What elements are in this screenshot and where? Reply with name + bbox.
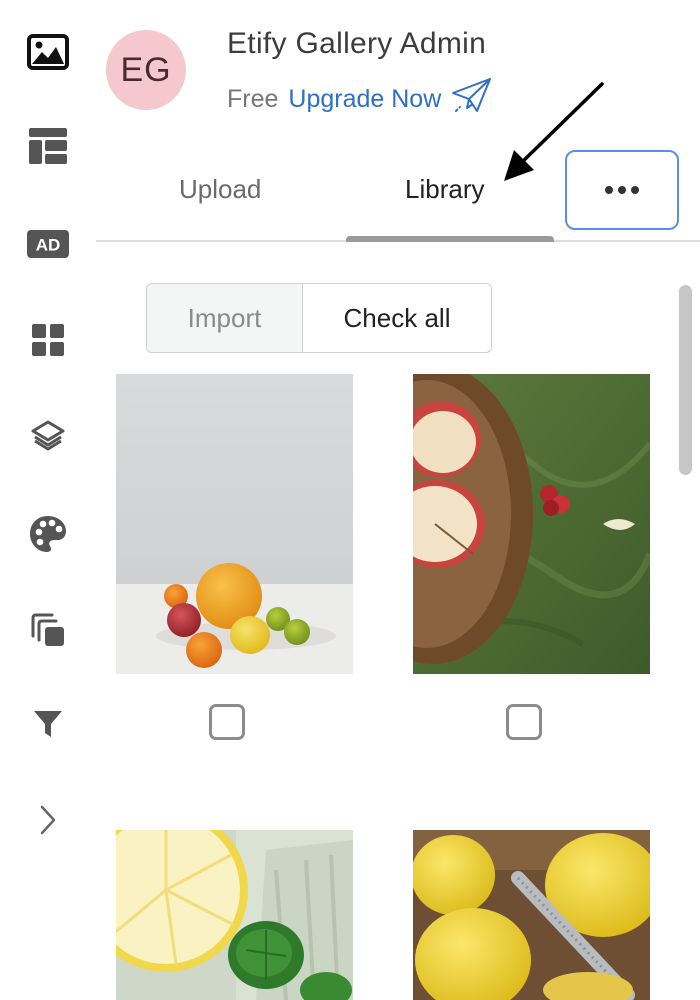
lemons-grater-photo [413, 830, 650, 1000]
lemon-mint-photo [116, 830, 353, 1000]
sidebar-expand-button[interactable] [24, 796, 72, 844]
gallery-image-apples[interactable] [413, 374, 650, 674]
sidebar-item-filter[interactable] [24, 700, 72, 748]
import-button[interactable]: Import [147, 284, 303, 352]
tab-upload[interactable]: Upload [179, 174, 261, 205]
ad-icon: AD [27, 230, 69, 258]
layers-icon [31, 420, 65, 451]
sidebar-item-grid[interactable] [24, 316, 72, 364]
apples-photo [413, 374, 650, 674]
image-icon [27, 34, 69, 70]
copy-icon [31, 613, 64, 646]
avatar-initials: EG [120, 50, 172, 89]
scrollbar-thumb[interactable] [679, 285, 692, 475]
upgrade-link[interactable]: Upgrade Now [288, 85, 441, 114]
sidebar-item-layout[interactable] [24, 122, 72, 170]
tab-library[interactable]: Library [405, 174, 484, 205]
paper-plane-icon[interactable] [451, 76, 493, 123]
chevron-right-icon [40, 805, 56, 835]
image-checkbox[interactable] [506, 704, 542, 740]
plan-status: Free Upgrade Now [227, 76, 493, 123]
gallery-image-lemons-grater[interactable] [413, 830, 650, 1000]
gallery-image-lemon-mint[interactable] [116, 830, 353, 1000]
ad-icon-label: AD [36, 236, 61, 255]
sidebar-item-images[interactable] [24, 28, 72, 76]
sidebar-item-colors[interactable] [24, 510, 72, 558]
sidebar: AD [0, 0, 96, 1000]
filter-icon [34, 711, 62, 737]
sidebar-item-ads[interactable]: AD [24, 220, 72, 268]
sidebar-item-duplicate[interactable] [24, 606, 72, 654]
citrus-photo [116, 374, 353, 674]
sidebar-item-layers[interactable] [24, 412, 72, 460]
active-tab-indicator [346, 236, 554, 242]
annotation-arrow-icon [504, 82, 604, 181]
account-name: Etify Gallery Admin [227, 27, 487, 60]
gallery-image-citrus[interactable] [116, 374, 353, 674]
layout-icon [29, 128, 67, 164]
image-checkbox[interactable] [209, 704, 245, 740]
palette-icon [30, 516, 66, 552]
plan-label: Free [227, 85, 279, 113]
avatar[interactable]: EG [106, 30, 186, 110]
import-check-button-group: Import Check all [146, 283, 492, 353]
check-all-button[interactable]: Check all [303, 284, 491, 352]
grid-icon [32, 324, 64, 356]
